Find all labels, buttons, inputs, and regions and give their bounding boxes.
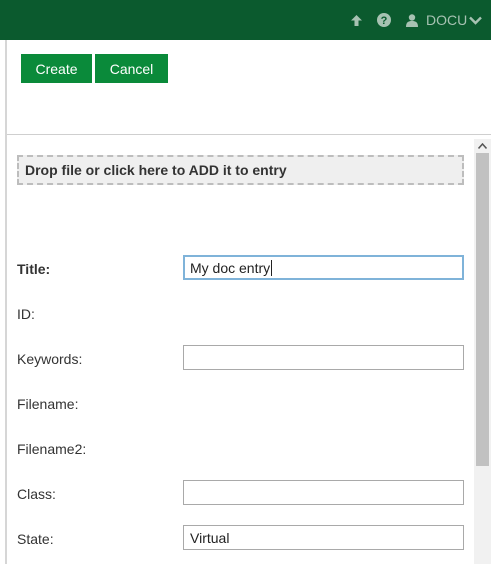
class-input[interactable] <box>183 480 464 505</box>
toolbar-divider <box>7 134 491 135</box>
title-input[interactable]: My doc entry <box>183 255 464 280</box>
state-label: State: <box>17 531 54 547</box>
user-icon[interactable] <box>406 0 420 40</box>
class-label: Class: <box>17 486 56 502</box>
scrollbar[interactable] <box>474 139 491 564</box>
chevron-down-icon[interactable] <box>469 0 483 40</box>
text-caret <box>271 259 273 276</box>
create-button[interactable]: Create <box>21 54 92 83</box>
state-input[interactable]: Virtual <box>183 525 464 550</box>
top-navbar: ? DOCU <box>0 0 491 40</box>
id-label: ID: <box>17 306 35 322</box>
file-dropzone[interactable]: Drop file or click here to ADD it to ent… <box>17 155 464 185</box>
title-label: Title: <box>17 261 51 277</box>
scroll-up-arrow-icon[interactable] <box>474 139 491 153</box>
arrow-up-icon[interactable] <box>350 0 364 40</box>
question-circle-icon[interactable]: ? <box>377 0 392 40</box>
filename2-label: Filename2: <box>17 441 87 457</box>
title-input-value: My doc entry <box>190 259 271 276</box>
scrollbar-thumb[interactable] <box>476 153 489 466</box>
svg-text:?: ? <box>381 15 388 27</box>
cancel-button[interactable]: Cancel <box>95 54 168 83</box>
filename-label: Filename: <box>17 396 79 412</box>
user-menu-label[interactable]: DOCU <box>426 0 467 40</box>
keywords-label: Keywords: <box>17 351 83 367</box>
keywords-input[interactable] <box>183 345 464 370</box>
left-border <box>5 40 7 564</box>
